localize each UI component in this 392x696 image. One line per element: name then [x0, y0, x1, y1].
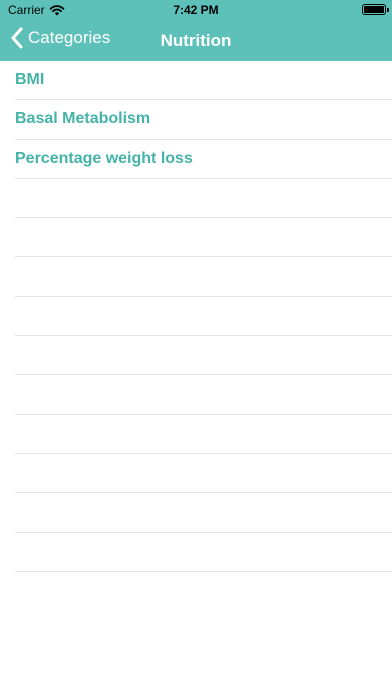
nutrition-list: BMI Basal Metabolism Percentage weight l…	[0, 61, 392, 572]
status-time: 7:42 PM	[173, 3, 219, 17]
list-item	[15, 454, 392, 494]
list-item	[15, 179, 392, 219]
list-item	[15, 218, 392, 258]
list-item-label: BMI	[15, 71, 45, 89]
battery-tip	[387, 8, 389, 12]
list-item	[15, 415, 392, 454]
list-item-percentage-weight-loss[interactable]: Percentage weight loss	[15, 140, 392, 179]
list-item	[15, 257, 392, 297]
list-item-bmi[interactable]: BMI	[15, 61, 392, 101]
list-item	[15, 533, 392, 572]
status-bar: Carrier 7:42 PM	[0, 0, 392, 20]
list-item	[15, 375, 392, 415]
navigation-bar: Categories Nutrition	[0, 20, 392, 61]
list-item-basal-metabolism[interactable]: Basal Metabolism	[15, 100, 392, 140]
list-item	[15, 297, 392, 337]
battery-fill	[364, 6, 384, 13]
list-item-label: Percentage weight loss	[15, 149, 193, 167]
list-item	[15, 336, 392, 376]
battery-icon	[362, 4, 389, 15]
page-title: Nutrition	[160, 31, 232, 50]
header: Carrier 7:42 PM Categories Nutrition	[0, 0, 392, 61]
list-item	[15, 493, 392, 533]
list-item-label: Basal Metabolism	[15, 110, 151, 128]
